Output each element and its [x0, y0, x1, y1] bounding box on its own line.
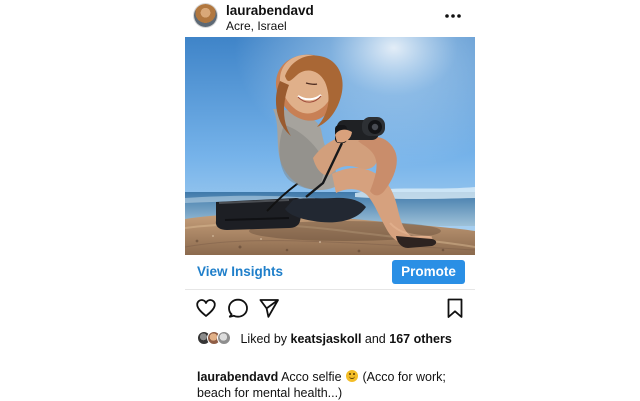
bookmark-icon[interactable]: [443, 296, 467, 320]
liked-by-user[interactable]: keatsjaskoll: [291, 332, 362, 346]
post-username[interactable]: laurabendavd: [226, 3, 314, 18]
post-actions: [185, 296, 475, 320]
more-horizontal-icon[interactable]: [439, 6, 467, 26]
liked-by-connector: and: [364, 332, 386, 346]
comment-icon[interactable]: [226, 296, 250, 320]
smiling-face-icon: [346, 370, 359, 382]
post-location[interactable]: Acre, Israel: [226, 19, 287, 33]
post-caption: laurabendavd Acco selfie (Acco for work;…: [197, 369, 467, 401]
promote-button[interactable]: Promote: [392, 260, 465, 284]
post-header: laurabendavd Acre, Israel: [185, 0, 475, 37]
liked-avatar: [217, 331, 231, 345]
caption-text-start: Acco selfie: [281, 370, 342, 384]
liked-by-prefix: Liked by: [240, 332, 288, 346]
profile-avatar[interactable]: [194, 4, 217, 27]
liked-by-avatars: [197, 331, 235, 346]
likes-count[interactable]: 167 others: [389, 332, 452, 346]
post-photo[interactable]: [185, 37, 475, 255]
heart-icon[interactable]: [194, 296, 218, 320]
insights-bar: View Insights Promote: [185, 255, 475, 290]
likes-summary[interactable]: Liked by keatsjaskoll and 167 others: [197, 331, 463, 347]
instagram-post: laurabendavd Acre, Israel View Insights …: [185, 0, 475, 400]
view-insights-link[interactable]: View Insights: [197, 264, 283, 280]
share-icon[interactable]: [257, 296, 281, 320]
caption-username[interactable]: laurabendavd: [197, 370, 278, 384]
beach-selfie-photo: [185, 37, 475, 255]
